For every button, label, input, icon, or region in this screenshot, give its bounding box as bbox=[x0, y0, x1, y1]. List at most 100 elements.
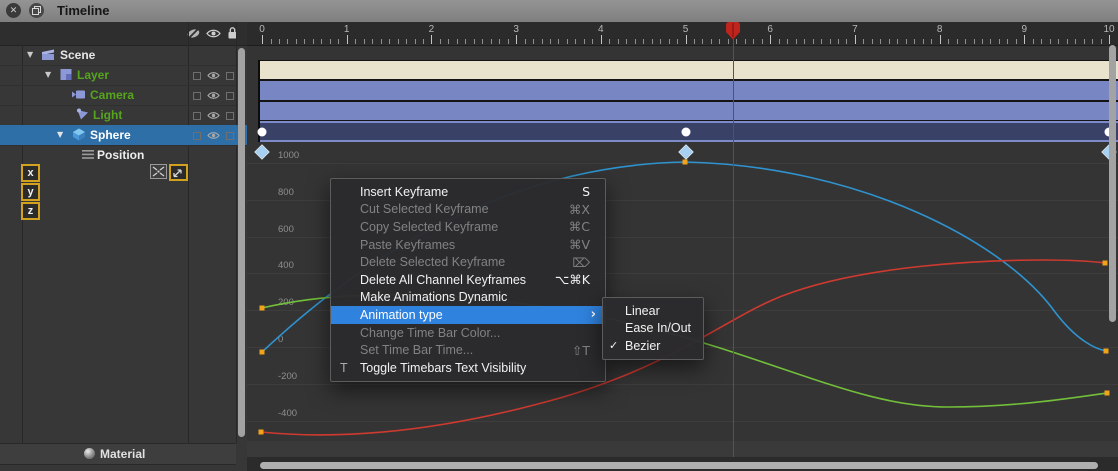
menu-item-left-glyph: T bbox=[340, 360, 348, 375]
light-icon bbox=[77, 108, 88, 120]
menu-item-delete-selected-keyframe[interactable]: Delete Selected Keyframe ⌦ bbox=[331, 253, 605, 271]
menu-item-label: Set Time Bar Time... bbox=[360, 343, 474, 358]
disclosure-triangle[interactable]: ▼ bbox=[57, 131, 63, 139]
row-visibility-eye-icon[interactable] bbox=[207, 131, 220, 140]
row-checkbox[interactable] bbox=[226, 72, 234, 80]
menu-item-set-time-bar-time[interactable]: Set Time Bar Time... ⇧T bbox=[331, 341, 605, 359]
context-menu: Insert Keyframe S Cut Selected Keyframe … bbox=[330, 178, 606, 382]
checkmark-icon: ✓ bbox=[609, 339, 619, 353]
axis-label: -200 bbox=[278, 371, 298, 382]
axis-label: 800 bbox=[278, 187, 294, 198]
row-visibility-eye-icon[interactable] bbox=[207, 111, 220, 120]
menu-item-label: Paste Keyframes bbox=[360, 237, 456, 252]
material-row[interactable]: Material bbox=[0, 443, 236, 465]
position-keyframe-diamond[interactable] bbox=[677, 144, 694, 160]
row-checkbox[interactable] bbox=[193, 92, 201, 100]
menu-item-shortcut: ⇧T bbox=[571, 342, 590, 358]
camera-icon bbox=[72, 90, 85, 99]
vertical-scrollbar[interactable] bbox=[1108, 45, 1116, 322]
channel-z-button[interactable]: z bbox=[21, 202, 40, 220]
disclosure-triangle[interactable]: ▼ bbox=[45, 71, 51, 79]
position-keyframe-diamond[interactable] bbox=[254, 144, 270, 160]
menu-item-make-animations-dynamic[interactable]: Make Animations Dynamic bbox=[331, 289, 605, 307]
channel-y-button[interactable]: y bbox=[21, 183, 40, 201]
sphere-icon bbox=[73, 128, 85, 141]
panel-edge-divider bbox=[236, 22, 237, 443]
tree-label: Scene bbox=[60, 48, 96, 62]
menu-item-insert-keyframe[interactable]: Insert Keyframe S bbox=[331, 183, 605, 201]
axis-label: 1000 bbox=[278, 150, 300, 161]
menu-item-toggle-timebars-text-visibility[interactable]: T Toggle Timebars Text Visibility bbox=[331, 359, 605, 377]
menu-item-shortcut: ⌥⌘K bbox=[554, 272, 590, 288]
row-checkbox[interactable] bbox=[193, 112, 201, 120]
layer-icon bbox=[60, 69, 72, 80]
submenu-item-linear[interactable]: Linear bbox=[603, 302, 703, 320]
axis-label: -400 bbox=[278, 408, 298, 419]
row-checkbox[interactable] bbox=[193, 72, 201, 80]
timebar-camera[interactable] bbox=[260, 80, 1118, 101]
menu-item-paste-keyframes[interactable]: Paste Keyframes ⌘V bbox=[331, 236, 605, 254]
gridline bbox=[247, 163, 1118, 164]
row-visibility-eye-icon[interactable] bbox=[207, 71, 220, 80]
menu-item-delete-all-channel-keyframes[interactable]: Delete All Channel Keyframes ⌥⌘K bbox=[331, 271, 605, 289]
submenu-item-ease-in-out[interactable]: Ease In/Out bbox=[603, 320, 703, 338]
menu-item-label: Toggle Timebars Text Visibility bbox=[360, 360, 527, 375]
axis-label: 600 bbox=[278, 224, 294, 235]
row-visibility-eye-icon[interactable] bbox=[207, 91, 220, 100]
tree-row-position[interactable]: Position bbox=[0, 145, 236, 165]
playhead-line[interactable] bbox=[732, 39, 734, 457]
material-sphere-icon bbox=[84, 448, 95, 459]
submenu-item-label: Bezier bbox=[625, 338, 661, 353]
menu-item-change-time-bar-color[interactable]: Change Time Bar Color... bbox=[331, 324, 605, 342]
hierarchy-scrollbar[interactable] bbox=[238, 48, 245, 437]
animation-type-submenu: Linear Ease In/Out ✓ Bezier bbox=[602, 297, 704, 360]
row-checkbox[interactable] bbox=[193, 132, 201, 140]
scene-hierarchy-panel: ▼ Scene ▼ Layer Camera Light ▼ Sphere Po… bbox=[0, 22, 247, 471]
menu-item-label: Change Time Bar Color... bbox=[360, 325, 501, 340]
menu-item-label: Cut Selected Keyframe bbox=[360, 202, 489, 217]
submenu-arrow-icon: › bbox=[590, 307, 596, 323]
collapse-arrows-icon bbox=[152, 166, 165, 177]
tree-label: Layer bbox=[77, 68, 110, 82]
horizontal-scrollbar[interactable] bbox=[260, 462, 1098, 469]
menu-item-shortcut: ⌘C bbox=[568, 219, 590, 235]
menu-item-label: Delete All Channel Keyframes bbox=[360, 272, 527, 287]
timebar-layer[interactable] bbox=[260, 60, 1118, 80]
timebar-light[interactable] bbox=[260, 101, 1118, 121]
submenu-item-bezier[interactable]: ✓ Bezier bbox=[603, 337, 703, 355]
expand-diagonal-arrows-icon bbox=[173, 169, 182, 178]
expand-curves-button[interactable] bbox=[169, 164, 188, 181]
timeline-footer-band bbox=[247, 441, 1118, 457]
tree-label: Light bbox=[93, 108, 123, 122]
row-checkbox[interactable] bbox=[226, 132, 234, 140]
material-label: Material bbox=[100, 447, 146, 461]
timebar-keyframe-circle[interactable] bbox=[681, 127, 690, 137]
axis-label: 400 bbox=[278, 260, 294, 271]
menu-item-label: Animation type bbox=[360, 307, 443, 322]
timebar-keyframe-circle[interactable] bbox=[257, 127, 267, 137]
menu-item-shortcut: S bbox=[582, 184, 590, 200]
row-checkbox[interactable] bbox=[226, 92, 234, 100]
axis-label: 200 bbox=[278, 297, 294, 308]
menu-item-shortcut: ⌦ bbox=[572, 254, 590, 270]
tree-row-scene[interactable]: ▼ Scene bbox=[0, 45, 236, 66]
channel-x-button[interactable]: x bbox=[21, 164, 40, 182]
menu-item-label: Make Animations Dynamic bbox=[360, 290, 508, 305]
playhead-handle[interactable] bbox=[0, 0, 1118, 45]
submenu-item-label: Linear bbox=[625, 303, 660, 318]
disclosure-triangle[interactable]: ▼ bbox=[27, 51, 33, 59]
menu-item-label: Insert Keyframe bbox=[360, 184, 449, 199]
menu-item-animation-type[interactable]: Animation type › bbox=[331, 306, 605, 324]
menu-item-cut-selected-keyframe[interactable]: Cut Selected Keyframe ⌘X bbox=[331, 201, 605, 219]
tree-label: Camera bbox=[90, 88, 135, 102]
tree-label: Sphere bbox=[90, 128, 131, 142]
menu-item-label: Delete Selected Keyframe bbox=[360, 255, 506, 270]
channels-icon bbox=[82, 150, 94, 159]
fit-curves-button[interactable] bbox=[150, 164, 167, 179]
menu-item-shortcut: ⌘V bbox=[568, 237, 590, 253]
tree-label: Position bbox=[97, 148, 145, 162]
row-checkbox[interactable] bbox=[226, 112, 234, 120]
menu-item-copy-selected-keyframe[interactable]: Copy Selected Keyframe ⌘C bbox=[331, 218, 605, 236]
gridline bbox=[247, 421, 1118, 422]
gridline bbox=[247, 384, 1118, 385]
